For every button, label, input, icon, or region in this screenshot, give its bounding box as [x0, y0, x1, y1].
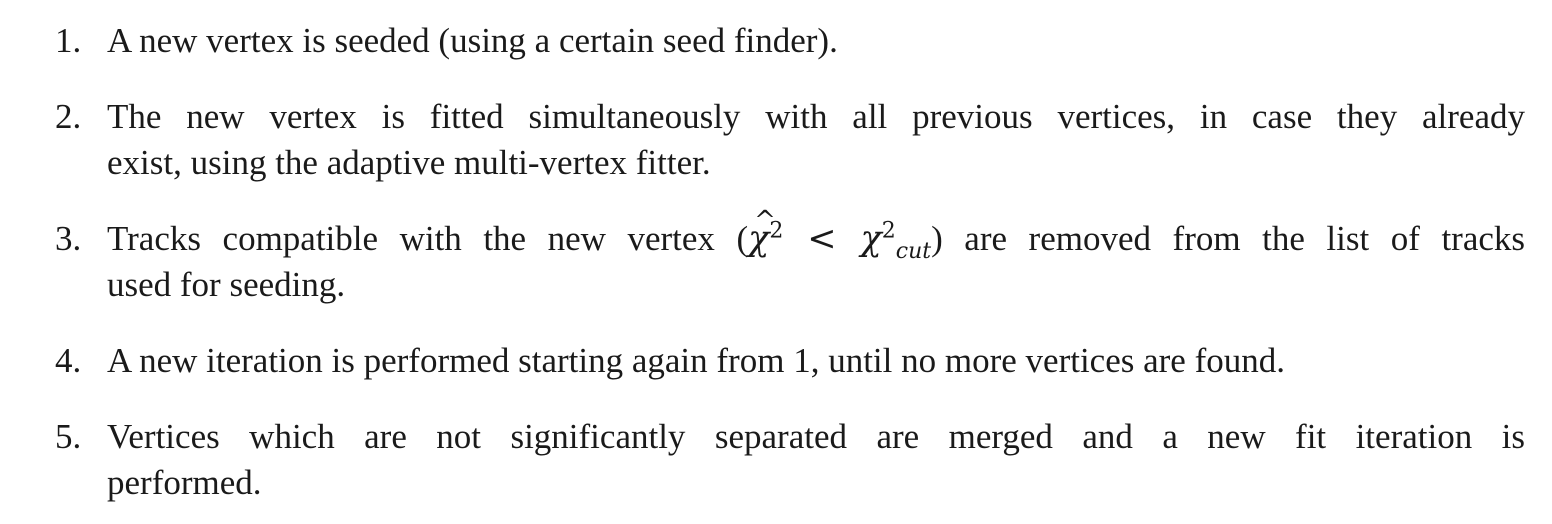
- chi-cut-exponent: 2: [881, 218, 896, 244]
- list-item: 4. A new iteration is performed starting…: [55, 338, 1525, 384]
- list-item-line: exist, using the adaptive multi-vertex f…: [107, 143, 711, 182]
- list-item-number: 1.: [55, 21, 82, 60]
- list-item-number: 2.: [55, 97, 82, 136]
- list-item-line: A new iteration is performed starting ag…: [107, 341, 1285, 380]
- numbered-list: 1. A new vertex is seeded (using a certa…: [0, 0, 1552, 524]
- list-item-text: A new iteration is performed starting ag…: [107, 338, 1525, 384]
- list-item-text: Tracks compatible with the new vertex (χ…: [107, 198, 1526, 308]
- list-item-text: A new vertex is seeded (using a certain …: [107, 18, 1525, 64]
- list-item: 3. Tracks compatible with the new vertex…: [55, 198, 1526, 308]
- list-item: 2. The new vertex is fitted simultaneous…: [55, 94, 1525, 186]
- chi-squared-expression: χ2 < χ2cut: [748, 198, 931, 263]
- list-item-line: A new vertex is seeded (using a certain …: [107, 21, 838, 60]
- text-before-math: Tracks compatible with the new vertex (: [107, 219, 749, 258]
- list-item-text: The new vertex is fitted simultaneously …: [107, 94, 1525, 186]
- chi-cut-subscript: cut: [895, 239, 932, 264]
- list-item-number: 5.: [55, 417, 82, 456]
- list-item-line: performed.: [107, 463, 262, 502]
- list-item-number: 3.: [55, 219, 82, 258]
- text-after-math: ) are removed from the list of tracks: [931, 219, 1526, 258]
- list-item-line: used for seeding.: [107, 265, 346, 304]
- chi-cut-symbol: χ: [860, 219, 882, 259]
- list-item-line: The new vertex is fitted simultaneously …: [107, 97, 1525, 136]
- list-item: 5. Vertices which are not significantly …: [55, 414, 1525, 506]
- less-than-symbol: <: [783, 219, 861, 259]
- list-item-line: Vertices which are not significantly sep…: [107, 417, 1525, 456]
- list-item-text: Vertices which are not significantly sep…: [107, 414, 1525, 506]
- list-item-line: Tracks compatible with the new vertex (χ…: [107, 198, 1526, 263]
- list-item: 1. A new vertex is seeded (using a certa…: [55, 18, 1525, 64]
- chi-hat-symbol: χ: [748, 198, 776, 262]
- list-item-number: 4.: [55, 341, 82, 380]
